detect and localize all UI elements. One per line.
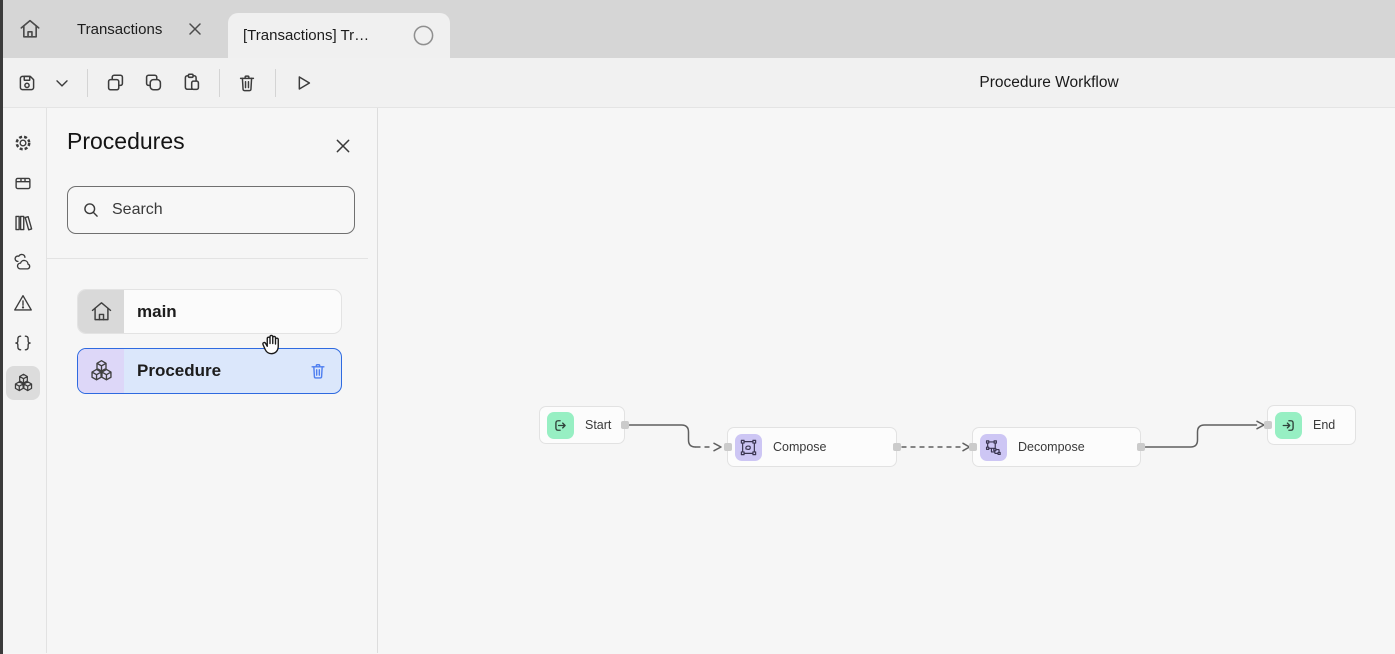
node-label: Decompose [1018,440,1085,454]
tab-unsaved-circle-icon[interactable] [411,24,435,48]
main-icon-block [78,290,124,333]
procedures-panel: Procedures main [47,108,378,653]
duplicate-icon [142,71,165,94]
search-input[interactable] [110,200,341,220]
tab-transactions-label: Transactions [77,21,162,38]
copy-icon [104,71,127,94]
content-area: Procedures main [0,108,1395,653]
delete-procedure-button[interactable] [308,361,328,381]
home-button[interactable] [15,14,45,44]
tab-active-label: [Transactions] Tr… [243,27,369,44]
cubes-icon [88,358,115,385]
save-options-button[interactable] [49,67,75,99]
library-books-icon [12,212,34,234]
run-button[interactable] [287,67,319,99]
delete-button[interactable] [231,67,263,99]
input-port[interactable] [1264,421,1272,429]
edge-arrowhead [714,443,721,450]
edge-decompose-end [1146,425,1257,447]
decompose-ungroup-icon [980,434,1007,461]
panel-title: Procedures [67,128,185,155]
edge-arrowhead [1257,421,1264,428]
node-end[interactable]: End [1267,405,1356,445]
toolbar-separator [219,69,220,97]
rail-item-code[interactable] [6,326,40,360]
input-port[interactable] [724,443,732,451]
box-icon [12,172,34,194]
panel-divider [47,258,368,259]
tab-transactions-detail[interactable]: [Transactions] Tr… [228,13,450,58]
rail-item-storage[interactable] [6,166,40,200]
compose-group-icon [735,434,762,461]
window-left-edge [0,0,3,654]
sidebar-rail [0,108,47,653]
node-start[interactable]: Start [539,406,625,444]
duplicate-button[interactable] [137,67,169,99]
close-icon [334,137,352,155]
panel-close-button[interactable] [331,134,355,158]
node-label: Start [585,418,611,432]
rail-item-settings[interactable] [6,126,40,160]
tab-transactions[interactable]: Transactions [77,18,206,40]
search-icon [81,200,101,220]
node-decompose[interactable]: Decompose [972,427,1141,467]
chevron-down-icon [52,73,72,93]
procedure-list-item-procedure[interactable]: Procedure [77,348,342,394]
node-label: Compose [773,440,827,454]
play-icon [292,72,314,94]
trash-icon [236,72,258,94]
workflow-canvas[interactable]: Start Compose [378,108,1395,653]
tab-bar: Transactions [Transactions] Tr… [0,0,1395,58]
braces-icon [12,332,34,354]
rail-item-procedures[interactable] [6,366,40,400]
copy-button[interactable] [99,67,131,99]
app-window: Transactions [Transactions] Tr… [0,0,1395,654]
workflow-edges [378,108,1395,653]
rail-item-alerts[interactable] [6,286,40,320]
end-arrow-icon [1275,412,1302,439]
clouds-icon [12,252,35,275]
warning-triangle-icon [12,292,34,314]
tab-close-icon[interactable] [184,18,206,40]
output-port[interactable] [1137,443,1145,451]
node-label: End [1313,418,1335,432]
rail-item-cloud[interactable] [6,246,40,280]
page-title: Procedure Workflow [979,58,1118,107]
edge-start-compose [630,425,696,447]
paste-button[interactable] [175,67,207,99]
toolbar-separator [275,69,276,97]
gear-icon [12,132,34,154]
item-label: Procedure [137,361,221,381]
item-label: main [137,302,177,322]
input-port[interactable] [969,443,977,451]
paste-icon [180,71,203,94]
trash-icon [308,361,328,381]
node-compose[interactable]: Compose [727,427,897,467]
home-icon [17,16,43,42]
toolbar: Procedure Workflow [0,58,1395,108]
output-port[interactable] [893,443,901,451]
search-box[interactable] [67,186,355,234]
rail-item-library[interactable] [6,206,40,240]
save-icon [16,72,38,94]
cubes-icon [12,372,35,395]
procedure-icon-block [78,349,124,393]
home-icon [88,298,115,325]
start-arrow-icon [547,412,574,439]
toolbar-separator [87,69,88,97]
save-button[interactable] [11,67,43,99]
procedure-list-item-main[interactable]: main [77,289,342,334]
output-port[interactable] [621,421,629,429]
